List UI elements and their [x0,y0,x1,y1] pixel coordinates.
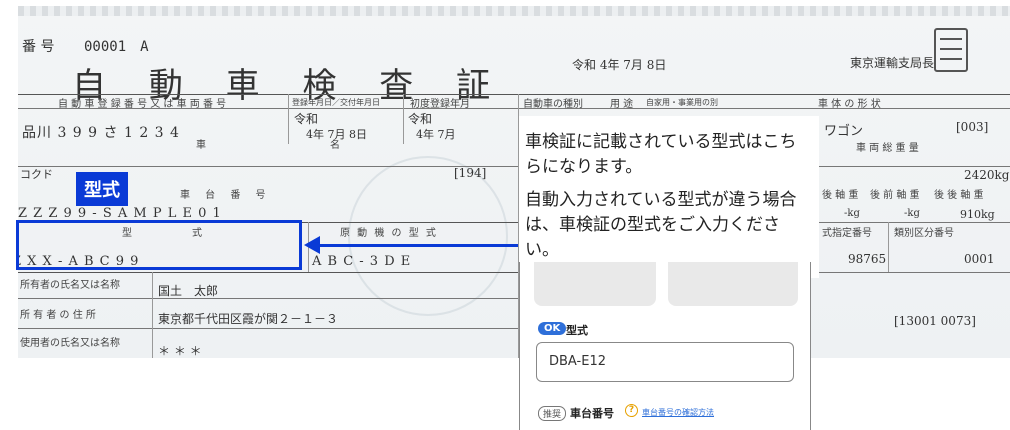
weight-value: 2420kg [964,168,1010,182]
first-registration: 4年 7月 [416,128,456,141]
header-usage: 用 途 [610,99,634,110]
callout-text-1: 車検証に記載されている型式はこちらになります。 [525,132,797,177]
body-shape-value: ワゴン [824,124,864,139]
weight-header: 車 両 総 重 量 [856,143,919,154]
maker-code: [194] [454,166,487,180]
registration-plate: 品川 3 9 9 さ 1 2 3 4 [22,125,180,141]
axle-header-2: 後 前 軸 重 [870,190,920,201]
reiwa-label-2: 令和 [408,112,433,126]
official-seal [934,28,968,72]
callout-text-2: 自動入力されている型式が違う場合は、車検証の型式をご入力ください。 [525,190,797,260]
reiwa-label-1: 令和 [294,112,319,126]
axle-value-1: -kg [844,208,860,219]
title-char: 車 [225,66,262,106]
issuer: 東京運輸支局長 [850,56,935,70]
axle-header-1: 後 軸 重 [822,190,859,201]
vehicle-inspection-certificate: 番 号 00001 A 自 動 車 検 査 証 令和 4年 7月 8日 東京運輸… [18,6,1010,358]
owner-address-code: [13001 0073] [894,314,976,328]
axle-header-3: 後 後 軸 重 [934,190,984,201]
owner-name-label: 所有者の氏名又は名称 [20,280,120,291]
owner-address-label: 所 有 者 の 住 所 [20,310,96,321]
owner-name-value: 国土 太郎 [158,284,219,298]
engine-header: 原 動 機 の 型 式 [340,228,438,239]
name-label: 名 [330,140,340,151]
body-code: [003] [956,120,989,134]
chassis-header: 車 台 番 号 [180,190,272,201]
form-option-button[interactable] [668,262,798,306]
chassis-help-link[interactable]: 車台番号の確認方法 [642,407,714,418]
header-issue-date: 登録年月日／交付年月日 [292,98,380,107]
user-name-value: ＊ ＊ ＊ [158,344,202,358]
form-option-button[interactable] [534,262,656,306]
maker-value: コクド [20,168,53,181]
car-label: 車 [196,140,206,151]
pointer-arrow-head [304,236,320,254]
header-body-shape: 車 体 の 形 状 [818,99,881,110]
help-icon[interactable]: ? [625,404,638,417]
pointer-arrow-line [318,244,518,247]
number-label: 番 号 [22,39,55,55]
class-value: 0001 [964,252,995,266]
ok-badge: OK [538,322,567,335]
phone-form-mock: OK 型式 DBA-E12 推奨 車台番号 ? 車台番号の確認方法 [519,262,811,430]
axle-value-3: 910kg [960,208,995,221]
header-registration: 自 動 車 登 録 番 号 又 は 車 両 番 号 [58,99,227,110]
class-header: 類別区分番号 [894,228,954,239]
top-band [18,6,1010,16]
model-field-label: 型式 [566,324,588,337]
issue-date: 令和 4年 7月 8日 [572,58,667,72]
owner-address-value: 東京都千代田区霞が関２－１－３ [158,312,339,326]
header-vehicle-kind: 自動車の種別 [523,99,583,110]
number-value: 00001 A [84,39,149,55]
type-designation-header: 式指定番号 [822,228,872,239]
model-tag: 型式 [76,172,128,206]
explanation-callout: 車検証に記載されている型式はこちらになります。 自動入力されている型式が違う場合… [519,116,819,278]
header-private-business: 自家用・事業用の別 [646,98,718,107]
engine-value: A B C - 3 D E [312,254,412,269]
chassis-number: Z Z Z 9 9 - S A M P L E 0 1 [18,206,222,221]
model-highlight-box [16,220,302,270]
recommended-badge: 推奨 [538,406,567,421]
model-input[interactable]: DBA-E12 [536,342,794,382]
user-name-label: 使用者の氏名又は名称 [20,338,120,349]
header-first-reg: 初度登録年月 [410,99,470,110]
chassis-field-label: 車台番号 [570,407,614,420]
type-designation-value: 98765 [848,252,887,266]
axle-value-2: -kg [904,208,920,219]
